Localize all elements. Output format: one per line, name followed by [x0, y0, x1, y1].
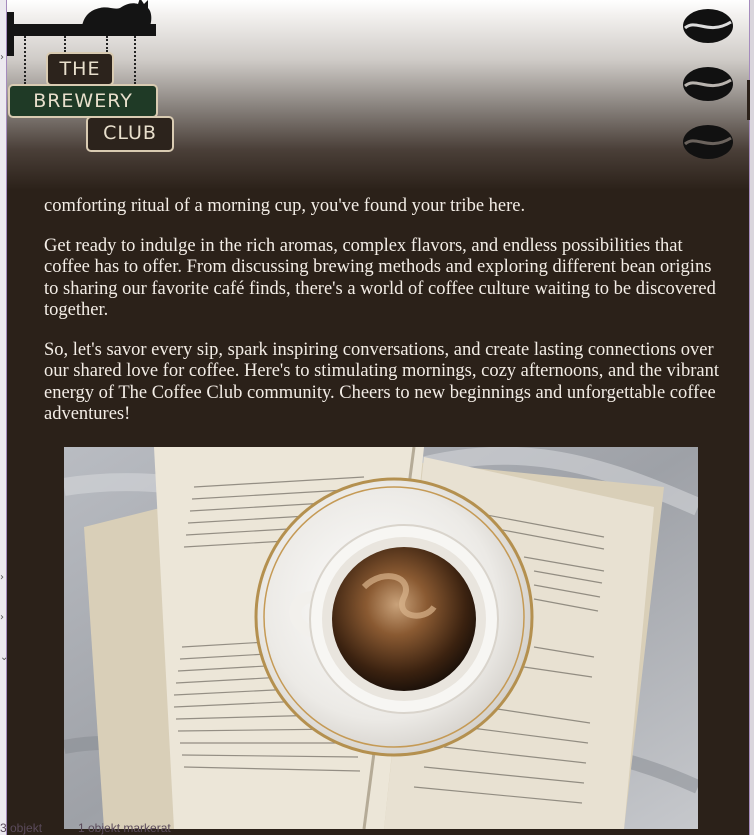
status-bar-labels: 3 objekt 1 objekt markerat [0, 822, 300, 835]
chevron-right-icon: › [0, 572, 4, 583]
chevron-down-icon: ⌄ [0, 652, 9, 663]
logo-sign-brewery: BREWERY [8, 84, 158, 118]
item-count-label: 3 objekt [0, 821, 43, 835]
article-paragraph: So, let's savor every sip, spark inspiri… [44, 339, 719, 425]
chevron-right-icon: › [0, 52, 4, 63]
article-paragraph: comforting ritual of a morning cup, you'… [44, 196, 526, 216]
article-paragraph: Get ready to indulge in the rich aromas,… [44, 235, 716, 321]
coffee-bean-icon[interactable] [682, 124, 734, 160]
cat-icon [82, 0, 152, 26]
chevron-right-icon: › [0, 612, 4, 623]
sign-chain [134, 36, 138, 84]
logo-sign-the: THE [46, 52, 114, 86]
sign-chain [106, 36, 110, 52]
sign-chain [24, 36, 28, 84]
brewery-club-logo[interactable]: THE BREWERY CLUB [6, 0, 186, 160]
left-panel-edge: › › › ⌄ [0, 0, 9, 835]
scrollbar-thumb[interactable] [747, 80, 750, 120]
sign-chain [64, 36, 68, 52]
scrollbar-track[interactable] [749, 0, 754, 835]
selection-count-label: 1 objekt markerat [78, 821, 171, 835]
app-frame: › › › ⌄ THE BREWERY CLUB comforting ritu… [0, 0, 754, 835]
coffee-book-photo [64, 447, 698, 829]
logo-sign-club: CLUB [86, 116, 174, 152]
article-body: comforting ritual of a morning cup, you'… [44, 196, 724, 444]
site-header: THE BREWERY CLUB [6, 0, 750, 190]
coffee-bean-icon[interactable] [682, 66, 734, 102]
coffee-bean-icon[interactable] [682, 8, 734, 44]
